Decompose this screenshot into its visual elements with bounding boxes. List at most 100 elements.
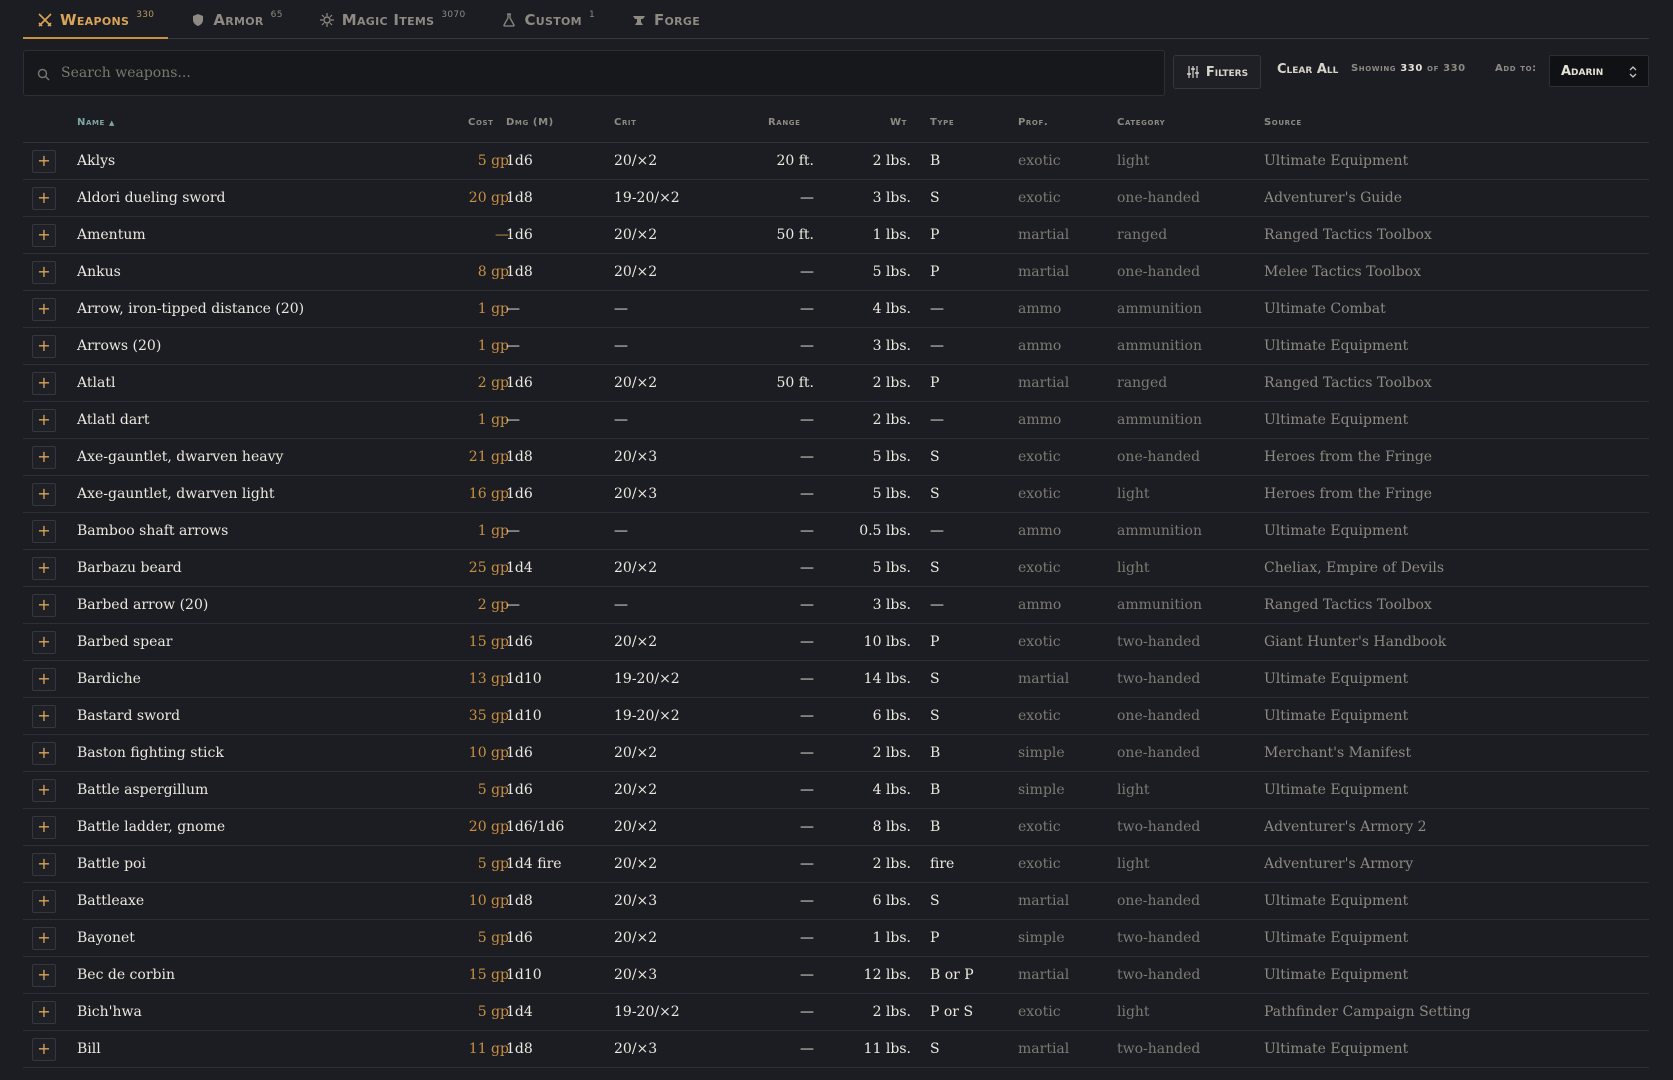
table-row[interactable]: + Bill 11 gp 1d8 20/×3 — 11 lbs. Smartial two-ha… [23,1031,1649,1068]
weapon-damage: 1d6 [506,930,533,946]
weapon-weight: 3 lbs. [872,338,911,354]
table-row[interactable]: + Arrow, iron-tipped distance (20) 1 gp — — —… [23,291,1649,328]
add-item-button[interactable]: + [32,1038,56,1061]
tab-bar: Weapons 330 Armor 65 Magic Items 3070 Cu… [23,0,1649,39]
add-item-button[interactable]: + [32,1001,56,1024]
tab-magic-items[interactable]: Magic Items 3070 [305,1,480,38]
weapon-crit: — [614,523,628,539]
add-item-button[interactable]: + [32,520,56,543]
table-row[interactable]: + Barbed arrow (20) 2 gp — — —3 lbs. — ammo ammu… [23,587,1649,624]
table-row[interactable]: + Bayonet 5 gp 1d6 20/×2 — 1 lbs. Psimple two-ha… [23,920,1649,957]
weapon-type: S [930,560,940,576]
table-row[interactable]: + Battle ladder, gnome 20 gp 1d6/1d6 20/×2 — 8… [23,809,1649,846]
add-item-button[interactable]: + [32,150,56,173]
add-item-button[interactable]: + [32,372,56,395]
weapon-damage: 1d4 [506,560,533,576]
table-row[interactable]: + Axe-gauntlet, dwarven heavy 21 gp 1d8 20/×… [23,439,1649,476]
weapon-name: Aklys [77,153,116,169]
weapon-range: 50 ft. [776,375,814,391]
column-header-range[interactable]: Range [768,117,801,128]
add-item-button[interactable]: + [32,705,56,728]
tab-armor[interactable]: Armor 65 [176,1,296,38]
weapon-name: Barbed spear [77,634,173,650]
add-item-button[interactable]: + [32,853,56,876]
weapon-damage: 1d6 [506,745,533,761]
add-item-button[interactable]: + [32,335,56,358]
table-row[interactable]: + Barbed spear 15 gp 1d6 20/×2 — 10 lbs. Pexoti… [23,624,1649,661]
tab-weapons[interactable]: Weapons 330 [23,1,169,39]
add-item-button[interactable]: + [32,742,56,765]
column-header-crit[interactable]: Crit [614,117,637,128]
column-header-type[interactable]: Type [930,117,954,128]
table-row[interactable]: + Ankus 8 gp 1d8 20/×2 — 5 lbs. Pmartial one-han… [23,254,1649,291]
weapon-range: — [800,819,814,835]
table-row[interactable]: + Battle aspergillum 5 gp 1d6 20/×2 — 4 lbs. Bs… [23,772,1649,809]
add-item-button[interactable]: + [32,187,56,210]
tab-custom[interactable]: Custom 1 [487,1,609,38]
table-row[interactable]: + Bich'hwa 5 gp 1d4 19-20/×2 — 2 lbs. P or S exo… [23,994,1649,1031]
weapon-crit: 19-20/×2 [614,190,680,206]
clear-all-button[interactable]: Clear All [1277,62,1338,77]
add-item-button[interactable]: + [32,224,56,247]
weapon-crit: 20/×2 [614,819,658,835]
table-row[interactable]: + Bastard sword 35 gp 1d10 19-20/×2 — 6 lbs. Se… [23,698,1649,735]
column-header-cost[interactable]: Cost [468,117,494,128]
table-row[interactable]: + Atlatl 2 gp 1d6 20/×2 50 ft. 2 lbs. Pmartial r… [23,365,1649,402]
add-item-button[interactable]: + [32,557,56,580]
weapon-category: one-handed [1117,745,1201,761]
weapon-source: Giant Hunter's Handbook [1264,634,1447,650]
table-row[interactable]: + Arrows (20) 1 gp — — —3 lbs. — ammo ammunition… [23,328,1649,365]
add-item-button[interactable]: + [32,816,56,839]
column-header-source[interactable]: Source [1264,117,1302,128]
table-row[interactable]: + Amentum —1d6 20/×2 50 ft. 1 lbs. Pmartial ran… [23,217,1649,254]
weapon-damage: 1d4 [506,1004,533,1020]
add-item-button[interactable]: + [32,779,56,802]
table-row[interactable]: + Axe-gauntlet, dwarven light 16 gp 1d6 20/×… [23,476,1649,513]
weapon-proficiency: exotic [1018,634,1061,650]
add-item-button[interactable]: + [32,409,56,432]
weapon-proficiency: exotic [1018,486,1061,502]
weapon-crit: 19-20/×2 [614,671,680,687]
weapon-crit: — [614,301,628,317]
column-header-category[interactable]: Category [1117,117,1165,128]
weapon-proficiency: simple [1018,782,1065,798]
search-input[interactable] [59,64,1143,82]
add-item-button[interactable]: + [32,631,56,654]
add-item-button[interactable]: + [32,446,56,469]
table-row[interactable]: + Bec de corbin 15 gp 1d10 20/×3 — 12 lbs. B or… [23,957,1649,994]
table-body: + Aklys 5 gp 1d6 20/×2 20 ft. 2 lbs. Bexotic lig… [23,143,1649,1068]
table-row[interactable]: + Battle poi 5 gp 1d4 fire 20/×2 — 2 lbs. fire e… [23,846,1649,883]
add-item-button[interactable]: + [32,298,56,321]
filters-button[interactable]: Filters [1173,55,1261,89]
weapon-proficiency: exotic [1018,819,1061,835]
column-header-prof[interactable]: Prof. [1018,117,1048,128]
weapon-weight: 2 lbs. [872,856,911,872]
showing-count: 330 [1400,63,1423,74]
add-item-button[interactable]: + [32,668,56,691]
table-row[interactable]: + Baston fighting stick 10 gp 1d6 20/×2 — 2 lb… [23,735,1649,772]
weapon-source: Ranged Tactics Toolbox [1264,375,1432,391]
weapon-source: Adventurer's Armory [1264,856,1414,872]
tab-forge[interactable]: Forge [617,1,714,38]
add-item-button[interactable]: + [32,483,56,506]
weapon-type: P [930,264,940,280]
weapon-weight: 2 lbs. [872,745,911,761]
add-item-button[interactable]: + [32,261,56,284]
table-row[interactable]: + Aklys 5 gp 1d6 20/×2 20 ft. 2 lbs. Bexotic lig… [23,143,1649,180]
add-item-button[interactable]: + [32,594,56,617]
add-item-button[interactable]: + [32,890,56,913]
column-header-name[interactable]: Name ▲ [77,117,115,128]
tab-count: 330 [136,9,155,20]
weapon-type: fire [930,856,955,872]
add-item-button[interactable]: + [32,964,56,987]
add-item-button[interactable]: + [32,927,56,950]
character-select[interactable]: Adarin [1549,55,1649,87]
table-row[interactable]: + Barbazu beard 25 gp 1d4 20/×2 — 5 lbs. Sexoti… [23,550,1649,587]
table-row[interactable]: + Atlatl dart 1 gp — — —2 lbs. — ammo ammunition… [23,402,1649,439]
table-row[interactable]: + Aldori dueling sword 20 gp 1d8 19-20/×2 — 3 … [23,180,1649,217]
table-row[interactable]: + Bardiche 13 gp 1d10 19-20/×2 — 14 lbs. Smarti… [23,661,1649,698]
table-row[interactable]: + Bamboo shaft arrows 1 gp — — —0.5 lbs. — ammo… [23,513,1649,550]
column-header-wt[interactable]: Wt [890,117,907,128]
table-row[interactable]: + Battleaxe 10 gp 1d8 20/×3 — 6 lbs. Smartial on… [23,883,1649,920]
column-header-dmg[interactable]: Dmg (M) [506,117,554,128]
